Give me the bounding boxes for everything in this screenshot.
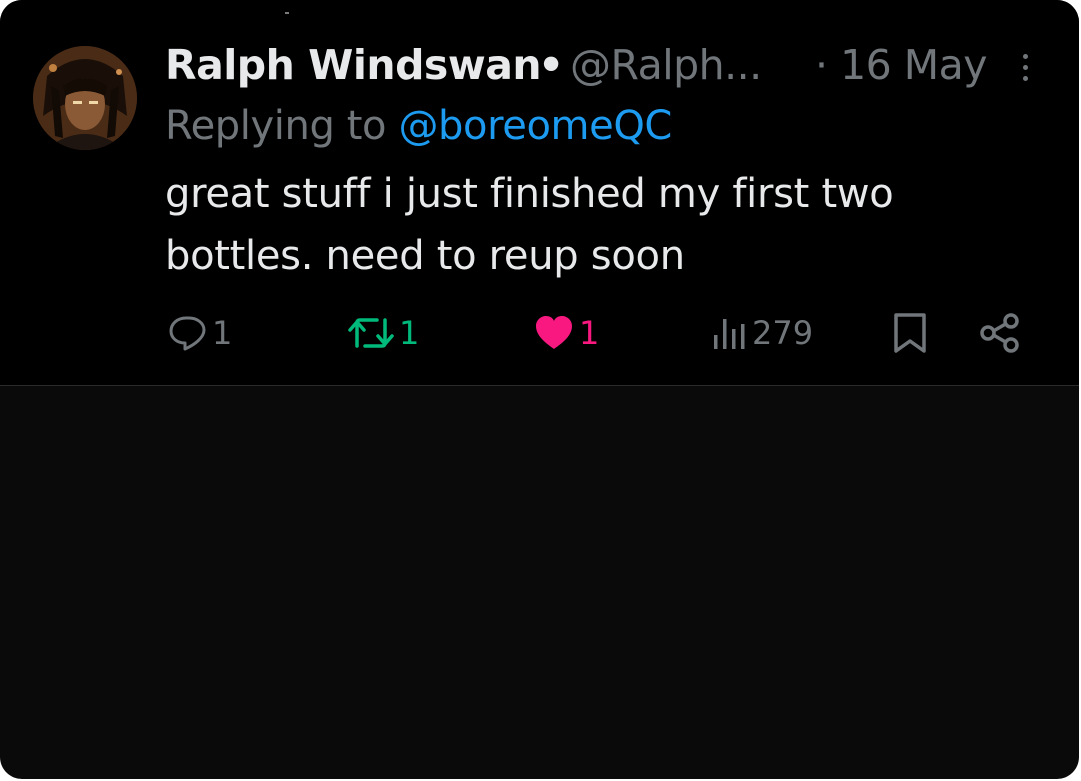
tweet-card[interactable]: Ralph Windswan • @Ralph... · 16 May Repl… — [0, 0, 1079, 386]
tweet-actions: 1 1 1 279 — [0, 305, 1079, 361]
analytics-bars-icon — [714, 319, 745, 349]
avatar-image — [33, 46, 137, 150]
reply-handle-link[interactable]: @boreomeQC — [398, 103, 672, 149]
reply-button[interactable]: 1 — [168, 305, 232, 361]
views-button[interactable]: 279 — [712, 305, 813, 361]
author-handle[interactable]: @Ralph... — [570, 38, 762, 92]
bookmark-icon — [894, 313, 926, 353]
retweet-count: 1 — [399, 314, 420, 352]
avatar[interactable] — [33, 46, 137, 150]
reply-count: 1 — [212, 314, 233, 352]
retweet-icon — [348, 318, 394, 348]
retweet-button[interactable]: 1 — [347, 305, 419, 361]
comment-bubble-icon — [169, 316, 206, 351]
more-vertical-icon[interactable] — [1013, 54, 1037, 94]
like-count: 1 — [579, 314, 600, 352]
bookmark-button[interactable] — [892, 305, 928, 361]
replying-to-label: Replying to — [165, 103, 387, 149]
share-icon — [980, 313, 1019, 353]
separator-dot: • — [538, 41, 565, 89]
heart-icon — [536, 316, 572, 349]
tweet-text: great stuff i just finished my first two… — [165, 171, 894, 279]
views-count: 279 — [752, 314, 814, 352]
tweet-date[interactable]: · 16 May — [815, 38, 988, 92]
screenshot-frame: Ralph Windswan • @Ralph... · 16 May Repl… — [0, 0, 1079, 779]
divider — [285, 12, 289, 14]
tweet-header: Ralph Windswan • @Ralph... · 16 May — [165, 38, 1065, 92]
like-button[interactable]: 1 — [533, 305, 599, 361]
author-name[interactable]: Ralph Windswan — [165, 38, 542, 92]
share-button[interactable] — [978, 305, 1022, 361]
replying-to: Replying to @boreomeQC — [165, 99, 672, 153]
